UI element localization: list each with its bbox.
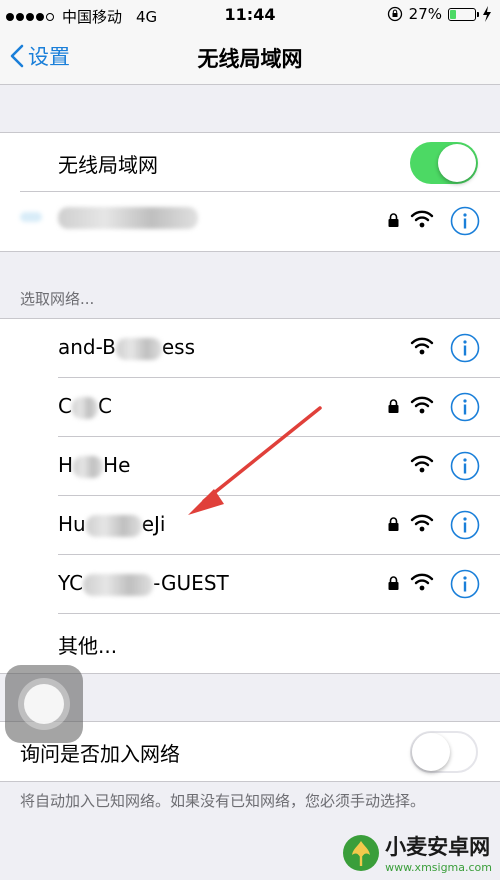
- info-icon[interactable]: [450, 392, 480, 422]
- status-right: 27%: [387, 5, 492, 23]
- wifi-group: 无线局域网: [0, 132, 500, 252]
- lock-icon: [388, 517, 399, 531]
- watermark-url: www.xmsigma.com: [385, 861, 492, 874]
- wifi-signal-icon: [410, 210, 434, 228]
- network-row[interactable]: YC -GUEST: [0, 555, 500, 614]
- network-name-suffix: He: [103, 453, 131, 477]
- wifi-label: 无线局域网: [58, 153, 158, 177]
- info-icon[interactable]: [450, 451, 480, 481]
- info-icon[interactable]: [450, 510, 480, 540]
- lock-icon: [388, 399, 399, 413]
- network-name-prefix: C: [58, 394, 72, 418]
- other-network-label: 其他...: [58, 634, 118, 658]
- connected-network-row[interactable]: [0, 192, 500, 251]
- battery-percent: 27%: [408, 5, 442, 23]
- navigation-bar: 设置 无线局域网: [0, 30, 500, 85]
- page-title: 无线局域网: [197, 47, 303, 71]
- battery-icon: [448, 7, 479, 21]
- network-name-suffix: ess: [161, 335, 196, 359]
- wifi-signal-icon: [410, 573, 434, 591]
- network-name-redacted: [71, 396, 98, 419]
- network-name: YC -GUEST: [58, 571, 229, 596]
- ask-to-join-toggle-switch[interactable]: [410, 731, 478, 773]
- network-name-prefix: Hu: [58, 512, 86, 536]
- network-name-prefix: and-B: [58, 335, 116, 359]
- network-row[interactable]: Hu eJi: [0, 496, 500, 555]
- wifi-toggle-row: 无线局域网: [0, 133, 500, 192]
- network-row[interactable]: CC: [0, 378, 500, 437]
- lock-icon: [388, 576, 399, 590]
- network-row[interactable]: H He: [0, 437, 500, 496]
- wifi-signal-icon: [410, 455, 434, 473]
- watermark-logo-icon: [343, 834, 380, 871]
- checkmark-icon: [20, 212, 42, 222]
- assistive-touch-button[interactable]: [5, 665, 83, 743]
- orientation-lock-icon: [387, 6, 402, 22]
- info-icon[interactable]: [450, 206, 480, 236]
- network-name: CC: [58, 394, 112, 419]
- network-name-prefix: H: [58, 453, 74, 477]
- charging-bolt-icon: [483, 6, 491, 22]
- info-icon[interactable]: [450, 333, 480, 363]
- lock-icon: [388, 213, 399, 227]
- watermark: 小麦安卓网 www.xmsigma.com: [343, 831, 492, 874]
- info-icon[interactable]: [450, 569, 480, 599]
- status-bar: 中国移动 4G 11:44 27%: [0, 0, 500, 30]
- network-name-suffix: eJi: [141, 512, 166, 536]
- network-row[interactable]: and-B ess: [0, 319, 500, 378]
- network-name-redacted: [85, 514, 142, 537]
- watermark-title: 小麦安卓网: [385, 835, 491, 859]
- section-header: 选取网络...: [20, 290, 95, 308]
- wifi-signal-icon: [410, 337, 434, 355]
- network-name: H He: [58, 453, 130, 478]
- network-name-redacted: [83, 573, 154, 596]
- network-name-suffix: C: [97, 394, 112, 418]
- footer-note: 将自动加入已知网络。如果没有已知网络，您必须手动选择。: [20, 792, 426, 810]
- network-name-prefix: YC: [58, 571, 84, 595]
- network-name-redacted: [73, 455, 104, 478]
- wifi-toggle-switch[interactable]: [410, 142, 478, 184]
- network-name-redacted: [115, 337, 162, 360]
- network-name: and-B ess: [58, 335, 195, 360]
- other-network-row[interactable]: 其他...: [0, 614, 500, 673]
- network-name-suffix: -GUEST: [153, 571, 229, 595]
- wifi-signal-icon: [410, 514, 434, 532]
- network-list: and-B ess C C H He Hu eJi YC -GUEST 其他...: [0, 318, 500, 674]
- connected-network-name-redacted: [58, 207, 198, 229]
- wifi-signal-icon: [410, 396, 434, 414]
- network-name: Hu eJi: [58, 512, 165, 537]
